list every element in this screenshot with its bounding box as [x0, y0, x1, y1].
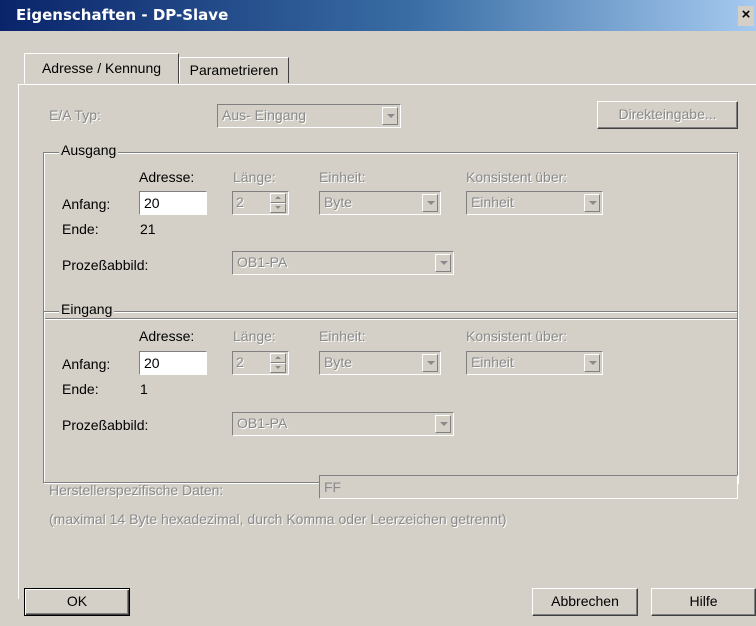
eingang-prozess-label: Prozeßabbild:: [62, 417, 149, 433]
ausgang-legend: Ausgang: [59, 142, 119, 158]
ausgang-einheit-header: Einheit:: [319, 169, 366, 185]
ea-typ-value: Aus- Eingang: [222, 107, 307, 123]
eingang-einheit-header: Einheit:: [319, 328, 366, 344]
chevron-down-icon[interactable]: [584, 194, 600, 212]
eingang-ende-label: Ende:: [62, 381, 99, 397]
eingang-anfang-label: Anfang:: [62, 356, 111, 372]
eingang-laenge-value: 2: [236, 354, 244, 370]
cancel-button[interactable]: Abbrechen: [532, 588, 638, 616]
chevron-down-icon[interactable]: [584, 354, 600, 372]
dialog-body: Adresse / Kennung Parametrieren E/A Typ:…: [0, 31, 756, 626]
ausgang-konsistent-value: Einheit: [471, 194, 514, 210]
ausgang-einheit-value: Byte: [324, 194, 353, 210]
hersteller-input[interactable]: [319, 475, 738, 499]
eingang-konsistent-value: Einheit: [471, 354, 514, 370]
eingang-laenge-header: Länge:: [233, 328, 276, 344]
spin-up-icon[interactable]: [270, 193, 286, 203]
ausgang-konsistent-select[interactable]: Einheit: [466, 191, 603, 215]
eingang-einheit-value: Byte: [324, 354, 353, 370]
window-title: Eigenschaften - DP-Slave: [16, 6, 229, 24]
eingang-prozess-value: OB1-PA: [237, 415, 288, 431]
chevron-down-icon[interactable]: [435, 254, 451, 272]
chevron-down-icon[interactable]: [422, 194, 438, 212]
ea-typ-select[interactable]: Aus- Eingang: [217, 104, 401, 128]
ausgang-laenge-header: Länge:: [233, 169, 276, 185]
ausgang-anfang-label: Anfang:: [62, 196, 111, 212]
chevron-down-icon[interactable]: [435, 415, 451, 433]
eingang-legend: Eingang: [59, 301, 115, 317]
ausgang-prozess-label: Prozeßabbild:: [62, 257, 149, 273]
eingang-ende-value: 1: [140, 381, 148, 397]
chevron-down-icon[interactable]: [422, 354, 438, 372]
help-button[interactable]: Hilfe: [651, 588, 756, 616]
ausgang-ende-value: 21: [140, 221, 156, 237]
direkteingabe-button[interactable]: Direkteingabe...: [597, 101, 738, 129]
eingang-anfang-input[interactable]: [139, 351, 207, 375]
ausgang-konsistent-header: Konsistent über:: [466, 169, 568, 185]
spin-up-icon[interactable]: [270, 353, 286, 363]
close-icon[interactable]: ×: [738, 6, 754, 26]
ausgang-laenge-stepper[interactable]: 2: [232, 191, 289, 215]
tab-adresse-kennung[interactable]: Adresse / Kennung: [24, 53, 179, 84]
eingang-konsistent-select[interactable]: Einheit: [466, 351, 603, 375]
eingang-konsistent-header: Konsistent über:: [466, 328, 568, 344]
title-bar[interactable]: Eigenschaften - DP-Slave ×: [0, 0, 756, 31]
ausgang-prozess-select[interactable]: OB1-PA: [232, 251, 454, 275]
ausgang-laenge-value: 2: [236, 194, 244, 210]
ausgang-adresse-header: Adresse:: [139, 169, 195, 185]
eingang-prozess-select[interactable]: OB1-PA: [232, 412, 454, 436]
ausgang-anfang-input[interactable]: [139, 191, 207, 215]
ea-typ-label: E/A Typ:: [49, 107, 101, 123]
hersteller-label: Herstellerspezifische Daten:: [49, 482, 224, 498]
spin-down-icon[interactable]: [270, 203, 286, 213]
hersteller-hint: (maximal 14 Byte hexadezimal, durch Komm…: [49, 511, 507, 527]
ausgang-ende-label: Ende:: [62, 221, 99, 237]
eingang-adresse-header: Adresse:: [139, 328, 195, 344]
eingang-laenge-stepper[interactable]: 2: [232, 351, 289, 375]
tab-parametrieren[interactable]: Parametrieren: [179, 57, 289, 83]
chevron-down-icon[interactable]: [382, 107, 398, 125]
ausgang-prozess-value: OB1-PA: [237, 254, 288, 270]
spin-down-icon[interactable]: [270, 363, 286, 373]
ausgang-einheit-select[interactable]: Byte: [319, 191, 441, 215]
eingang-einheit-select[interactable]: Byte: [319, 351, 441, 375]
ok-button[interactable]: OK: [24, 588, 130, 616]
